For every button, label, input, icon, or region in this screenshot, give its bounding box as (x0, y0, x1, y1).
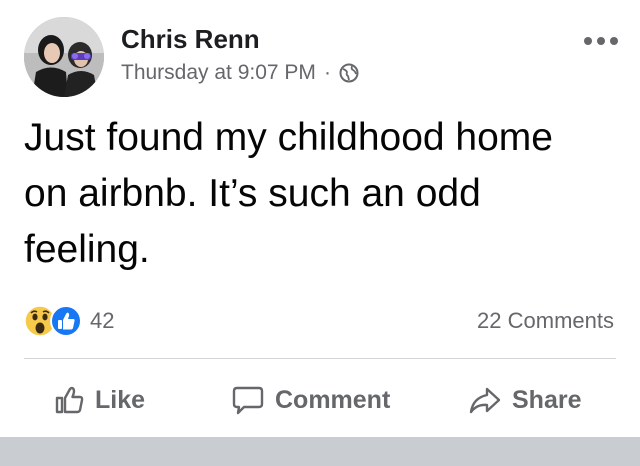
post-actions: Like Comment Share (0, 379, 640, 421)
globe-icon[interactable] (339, 63, 359, 83)
avatar[interactable] (24, 17, 104, 97)
post-timestamp[interactable]: Thursday at 9:07 PM (121, 61, 316, 85)
reactions-summary[interactable]: 42 (24, 305, 114, 337)
post-text: Just found my childhood home on airbnb. … (24, 116, 553, 271)
comments-count[interactable]: 22 Comments (477, 308, 614, 334)
speech-bubble-icon (232, 386, 264, 415)
like-label: Like (95, 385, 146, 414)
share-arrow-icon (469, 387, 501, 414)
more-options-icon[interactable] (583, 36, 619, 46)
feed-separator (0, 437, 640, 466)
post-meta: Thursday at 9:07 PM · (121, 61, 359, 85)
divider (24, 358, 616, 359)
meta-separator: · (323, 61, 331, 84)
comment-label: Comment (275, 385, 391, 414)
facebook-post: Chris Renn Thursday at 9:07 PM · Just fo… (0, 0, 640, 466)
profile-photo (24, 17, 104, 97)
comment-button[interactable]: Comment (231, 379, 390, 421)
thumbs-up-icon (55, 386, 84, 414)
like-reaction-icon (50, 305, 82, 337)
author-name[interactable]: Chris Renn (121, 24, 260, 55)
share-label: Share (512, 385, 582, 414)
like-button[interactable]: Like (53, 379, 145, 421)
share-button[interactable]: Share (468, 379, 581, 421)
reaction-count: 42 (90, 308, 115, 333)
